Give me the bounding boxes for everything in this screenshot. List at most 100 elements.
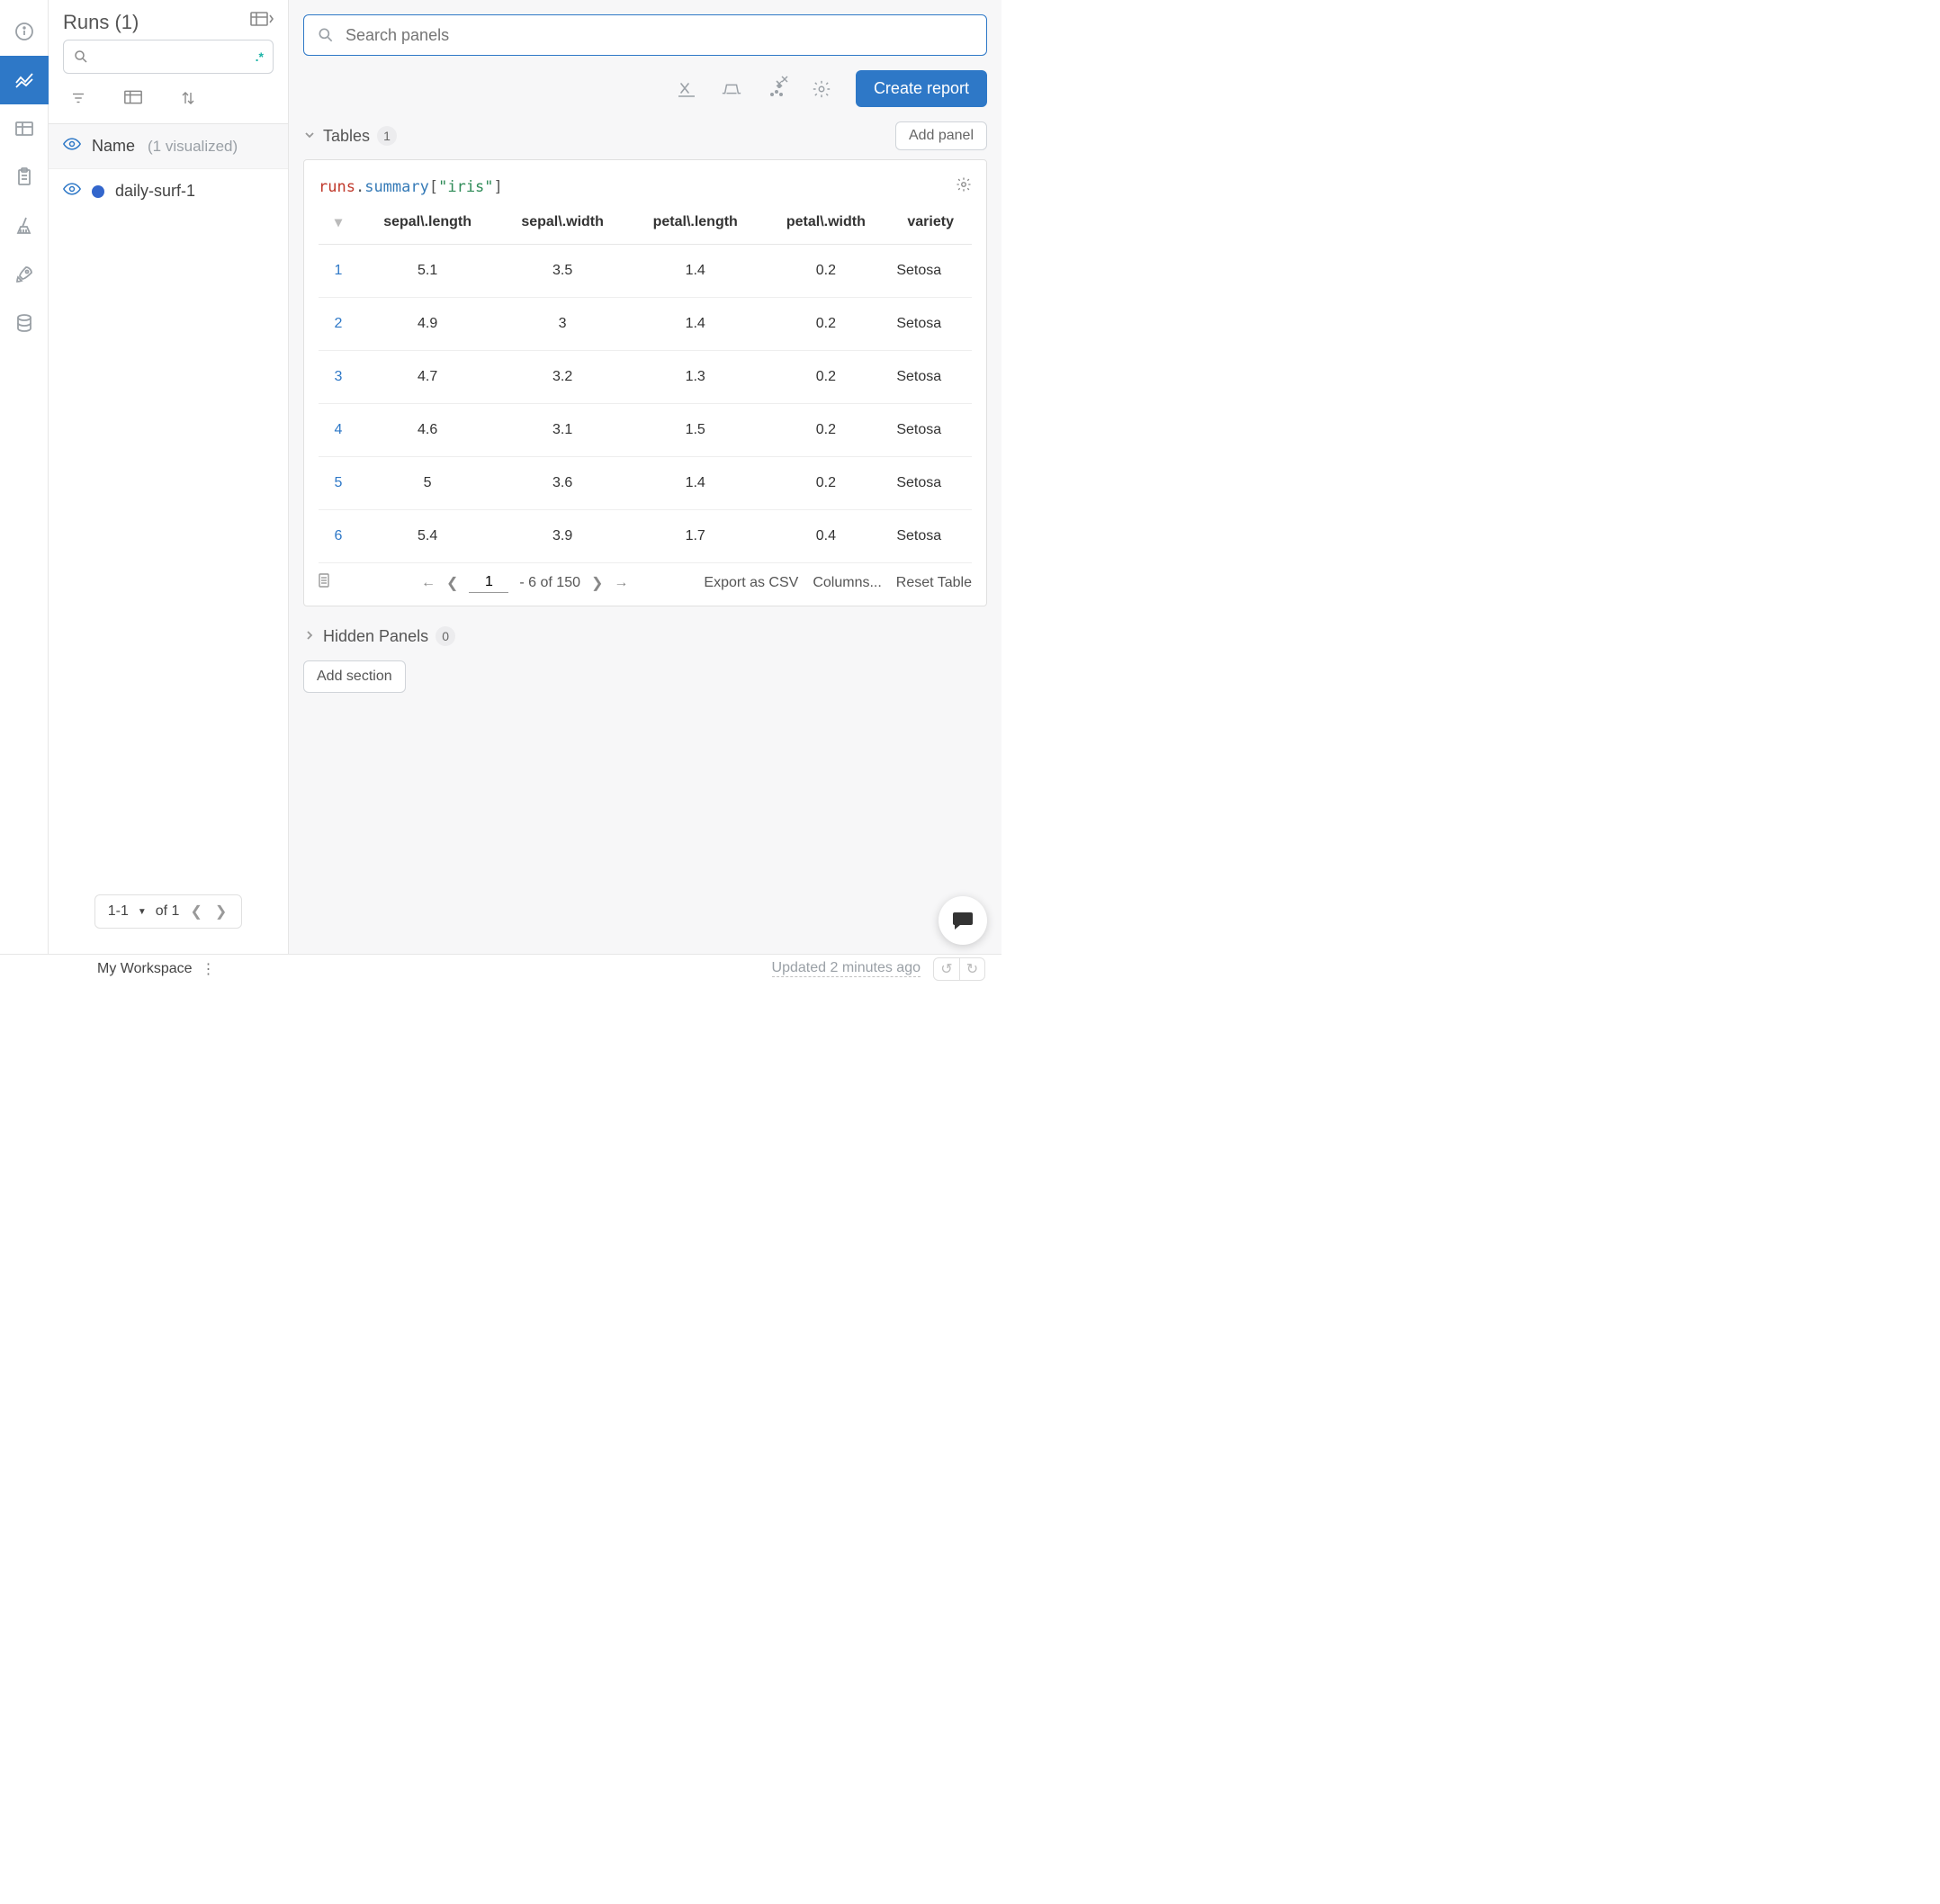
runs-sidebar: Runs (1) .* Name (1 visualized) daily-su… (49, 0, 289, 954)
table-toggle-icon[interactable] (250, 12, 274, 34)
database-icon[interactable] (0, 299, 49, 347)
table-footer: ← ❮ - 6 of 150 ❯ → Export as CSV Columns… (304, 563, 986, 606)
charts-icon[interactable] (0, 56, 49, 104)
next-page-icon[interactable]: ❯ (591, 574, 603, 592)
redo-icon[interactable]: ↻ (959, 958, 984, 980)
table-row[interactable]: 44.63.11.50.2Setosa (319, 404, 972, 457)
row-index[interactable]: 1 (319, 245, 358, 298)
cell: 4.6 (358, 404, 497, 457)
chat-icon[interactable] (939, 896, 987, 945)
columns-button[interactable]: Columns... (813, 575, 881, 591)
smoothing-icon[interactable] (721, 78, 742, 100)
chevron-down-icon (303, 127, 316, 146)
runs-search-input[interactable]: .* (63, 40, 274, 74)
cell: 0.2 (762, 245, 889, 298)
filter-icon[interactable] (70, 90, 86, 111)
sort-icon[interactable] (180, 90, 196, 111)
sweep-icon[interactable] (0, 202, 49, 250)
cell: 3.6 (497, 457, 628, 510)
section-title: Tables (323, 127, 370, 146)
name-visualized: (1 visualized) (148, 138, 238, 156)
updated-label: Updated 2 minutes ago (772, 960, 921, 977)
columns-icon[interactable] (124, 90, 142, 111)
row-menu-icon[interactable] (319, 573, 346, 592)
cell: 1.5 (628, 404, 762, 457)
chevron-right-icon (303, 627, 316, 646)
x-axis-icon[interactable] (676, 78, 697, 100)
cell: 3 (497, 298, 628, 351)
row-index[interactable]: 4 (319, 404, 358, 457)
runs-pager: 1-1 ▼ of 1 ❮ ❯ (94, 894, 243, 929)
panel-settings-icon[interactable] (956, 176, 972, 197)
search-panels-field[interactable] (346, 26, 974, 45)
table-row[interactable]: 553.61.40.2Setosa (319, 457, 972, 510)
info-icon[interactable] (0, 7, 49, 56)
settings-icon[interactable] (811, 78, 832, 100)
col-header[interactable]: petal\.width (762, 204, 889, 245)
name-group-row[interactable]: Name (1 visualized) (49, 124, 288, 169)
row-index[interactable]: 6 (319, 510, 358, 563)
cell: 3.1 (497, 404, 628, 457)
clipboard-icon[interactable] (0, 153, 49, 202)
main-panel: Create report Tables 1 Add panel runs.su… (289, 0, 1001, 954)
run-color-dot (92, 185, 104, 198)
page-input[interactable] (469, 572, 508, 593)
eye-icon[interactable] (63, 182, 81, 201)
run-row[interactable]: daily-surf-1 (49, 169, 288, 213)
pager-next[interactable]: ❯ (213, 903, 229, 921)
workspace-name[interactable]: My Workspace (97, 961, 193, 977)
pager-prev[interactable]: ❮ (188, 903, 203, 921)
pager-range[interactable]: 1-1 (108, 903, 129, 920)
col-header[interactable]: sepal\.width (497, 204, 628, 245)
cell: 4.7 (358, 351, 497, 404)
cell: 0.2 (762, 404, 889, 457)
tables-section-header[interactable]: Tables 1 Add panel (303, 118, 987, 159)
cell: 1.4 (628, 245, 762, 298)
row-index[interactable]: 3 (319, 351, 358, 404)
cell: 1.3 (628, 351, 762, 404)
caret-down-icon[interactable]: ▼ (138, 907, 147, 917)
cell: 0.2 (762, 457, 889, 510)
table-row[interactable]: 15.13.51.40.2Setosa (319, 245, 972, 298)
runs-title: Runs (1) (63, 11, 139, 34)
last-page-icon[interactable]: → (614, 575, 628, 591)
table-row[interactable]: 34.73.21.30.2Setosa (319, 351, 972, 404)
cell: Setosa (889, 245, 972, 298)
add-panel-button[interactable]: Add panel (895, 121, 987, 150)
undo-icon[interactable]: ↺ (934, 958, 959, 980)
cell: 5 (358, 457, 497, 510)
cell: 3.9 (497, 510, 628, 563)
cell: 4.9 (358, 298, 497, 351)
cell: 0.2 (762, 298, 889, 351)
export-csv-button[interactable]: Export as CSV (704, 575, 798, 591)
cell: 3.2 (497, 351, 628, 404)
cell: Setosa (889, 510, 972, 563)
add-section-button[interactable]: Add section (303, 660, 406, 693)
cell: 0.4 (762, 510, 889, 563)
filter-column-icon[interactable]: ▾ (319, 204, 358, 245)
reset-table-button[interactable]: Reset Table (896, 575, 972, 591)
first-page-icon[interactable]: ← (421, 575, 436, 591)
eye-icon (63, 137, 81, 156)
col-header[interactable]: petal\.length (628, 204, 762, 245)
table-row[interactable]: 24.931.40.2Setosa (319, 298, 972, 351)
table-header-row: ▾ sepal\.length sepal\.width petal\.leng… (319, 204, 972, 245)
outliers-icon[interactable] (766, 78, 787, 100)
hidden-section-header[interactable]: Hidden Panels 0 (303, 623, 987, 655)
table-row[interactable]: 65.43.91.70.4Setosa (319, 510, 972, 563)
section-title: Hidden Panels (323, 627, 428, 646)
row-index[interactable]: 2 (319, 298, 358, 351)
main-toolbar: Create report (303, 56, 987, 118)
rocket-icon[interactable] (0, 250, 49, 299)
page-text: - 6 of 150 (519, 575, 580, 591)
col-header[interactable]: variety (889, 204, 972, 245)
col-header[interactable]: sepal\.length (358, 204, 497, 245)
prev-page-icon[interactable]: ❮ (446, 574, 458, 592)
cell: 3.5 (497, 245, 628, 298)
kebab-icon[interactable]: ⋮ (202, 960, 216, 978)
search-panels-input[interactable] (303, 14, 987, 56)
create-report-button[interactable]: Create report (856, 70, 987, 107)
table-icon[interactable] (0, 104, 49, 153)
row-index[interactable]: 5 (319, 457, 358, 510)
runs-toolbar (49, 85, 288, 124)
